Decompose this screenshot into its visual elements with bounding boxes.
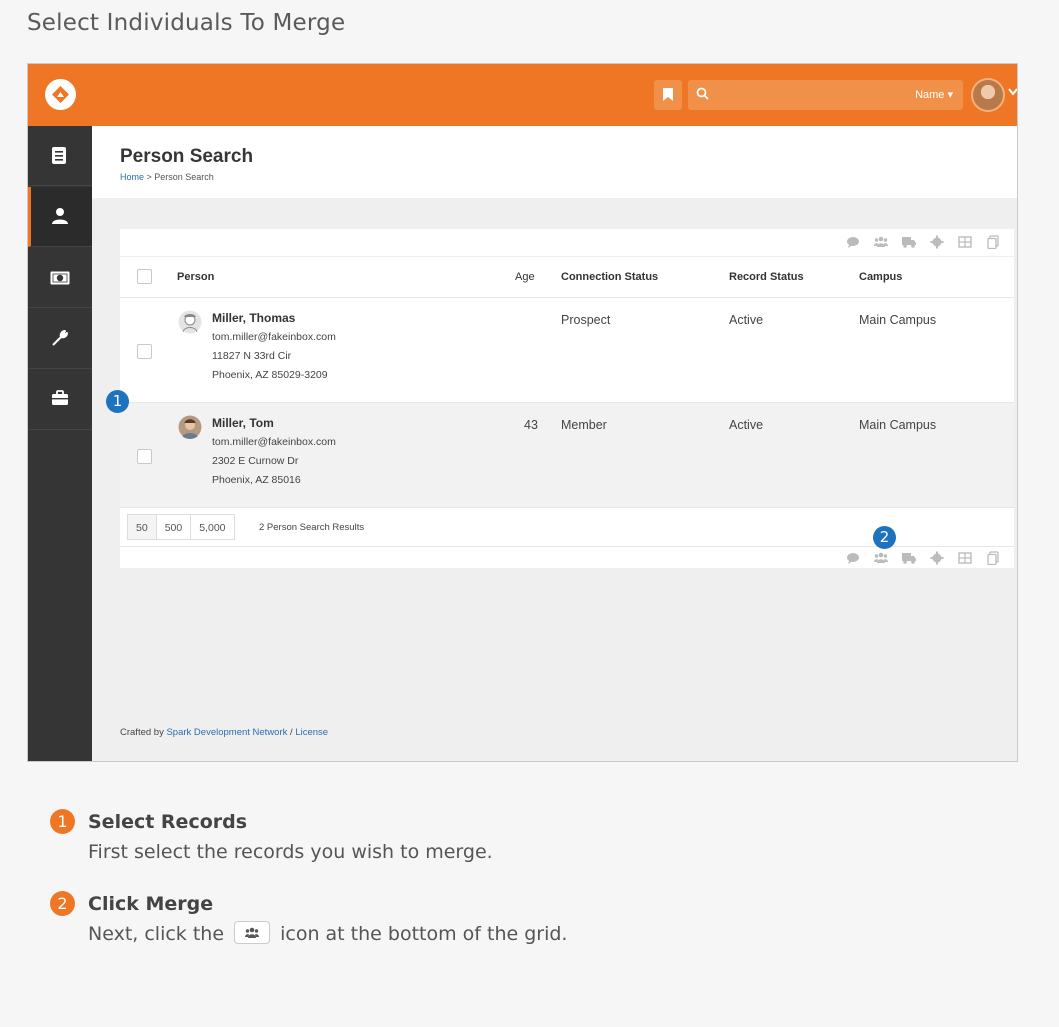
row-select-checkbox[interactable] xyxy=(137,449,152,464)
note-title: Select Records xyxy=(88,811,248,833)
grid-toolbar-bottom xyxy=(846,550,1000,566)
settings-icon[interactable] xyxy=(930,235,944,249)
merge-template-icon[interactable] xyxy=(986,235,1000,249)
person-address-line2: Phoenix, AZ 85029-3209 xyxy=(212,369,328,381)
page-size-500[interactable]: 500 xyxy=(155,514,192,540)
bookmark-button[interactable] xyxy=(654,80,682,110)
page-size-50[interactable]: 50 xyxy=(127,514,157,540)
person-address-line1: 2302 E Curnow Dr xyxy=(212,455,299,467)
sidebar-item-admin[interactable] xyxy=(28,370,92,430)
column-header-campus[interactable]: Campus xyxy=(859,271,902,283)
wrench-icon xyxy=(52,330,68,346)
person-name[interactable]: Miller, Thomas xyxy=(212,311,295,325)
person-avatar xyxy=(178,310,202,334)
callout-marker-1: 1 xyxy=(106,390,129,413)
table-row[interactable]: Miller, Tom tom.miller@fakeinbox.com 230… xyxy=(120,403,1014,508)
record-status: Active xyxy=(729,418,764,432)
app-window: Name ▾ Person Search Home > Person Searc… xyxy=(27,63,1018,762)
person-address-line2: Phoenix, AZ 85016 xyxy=(212,474,301,486)
sidebar-item-people[interactable] xyxy=(28,187,92,247)
doc-title: Select Individuals To Merge xyxy=(27,10,346,36)
result-count: 2 Person Search Results xyxy=(259,522,365,533)
row-select-checkbox[interactable] xyxy=(137,344,152,359)
sidebar-item-dashboard[interactable] xyxy=(28,126,92,186)
current-user-avatar[interactable] xyxy=(971,78,1005,112)
note-title: Click Merge xyxy=(88,893,214,915)
merge-icon xyxy=(234,921,271,944)
merge-icon[interactable] xyxy=(874,235,888,249)
page-size-5000[interactable]: 5,000 xyxy=(190,514,235,540)
select-all-checkbox[interactable] xyxy=(137,269,152,284)
column-header-connection-status[interactable]: Connection Status xyxy=(561,271,658,283)
breadcrumb-current: Person Search xyxy=(154,172,214,182)
top-nav-bar: Name ▾ xyxy=(28,64,1017,126)
rock-logo-icon[interactable] xyxy=(45,79,76,110)
connection-status: Member xyxy=(561,418,607,432)
person-address-line1: 11827 N 33rd Cir xyxy=(212,350,292,362)
bookmark-icon xyxy=(663,88,673,101)
merge-template-icon[interactable] xyxy=(986,551,1000,565)
note-number: 1 xyxy=(50,809,75,834)
settings-icon[interactable] xyxy=(930,551,944,565)
person-name[interactable]: Miller, Tom xyxy=(212,416,274,430)
main-sidebar xyxy=(28,126,92,761)
connection-status: Prospect xyxy=(561,313,611,327)
page-header: Person Search Home > Person Search xyxy=(92,126,1017,198)
grid-header-row: Person Age Connection Status Record Stat… xyxy=(120,256,1014,298)
person-grid: Person Age Connection Status Record Stat… xyxy=(120,229,1014,568)
smart-search-box: Name ▾ xyxy=(688,80,963,110)
user-icon xyxy=(52,208,68,224)
person-avatar xyxy=(178,415,202,439)
search-input[interactable] xyxy=(718,84,888,106)
person-email: tom.miller@fakeinbox.com xyxy=(212,331,336,343)
footer-org-link[interactable]: Spark Development Network xyxy=(166,727,287,738)
campus: Main Campus xyxy=(859,418,937,432)
note-number: 2 xyxy=(50,891,75,916)
communicate-icon[interactable] xyxy=(846,235,860,249)
page-title: Person Search xyxy=(120,146,254,167)
bulk-update-icon[interactable] xyxy=(902,235,916,249)
search-icon xyxy=(696,87,709,100)
book-icon xyxy=(52,147,66,164)
footer-license-link[interactable]: License xyxy=(295,727,328,738)
page-size-selector: 50 500 5,000 xyxy=(127,514,235,542)
breadcrumb: Home > Person Search xyxy=(120,172,214,182)
excel-export-icon[interactable] xyxy=(958,235,972,249)
record-status: Active xyxy=(729,313,764,327)
footer-text: Crafted by xyxy=(120,727,167,738)
sidebar-item-tools[interactable] xyxy=(28,309,92,369)
excel-export-icon[interactable] xyxy=(958,551,972,565)
communicate-icon[interactable] xyxy=(846,551,860,565)
callout-marker-2: 2 xyxy=(873,526,896,549)
person-email: tom.miller@fakeinbox.com xyxy=(212,436,336,448)
grid-toolbar-top xyxy=(846,234,1000,250)
note-description-after: icon at the bottom of the grid. xyxy=(280,923,568,945)
breadcrumb-home-link[interactable]: Home xyxy=(120,172,144,182)
chevron-down-icon[interactable] xyxy=(1008,88,1018,96)
sidebar-item-finance[interactable] xyxy=(28,248,92,308)
column-header-record-status[interactable]: Record Status xyxy=(729,271,804,283)
briefcase-icon xyxy=(52,390,68,405)
merge-icon[interactable] xyxy=(874,551,888,565)
note-description-before: Next, click the xyxy=(88,923,225,945)
search-filter-dropdown[interactable]: Name ▾ xyxy=(915,88,953,101)
note-description: First select the records you wish to mer… xyxy=(88,841,493,863)
table-row[interactable]: Miller, Thomas tom.miller@fakeinbox.com … xyxy=(120,298,1014,403)
column-header-age[interactable]: Age xyxy=(515,271,535,283)
footer-credit: Crafted by Spark Development Network / L… xyxy=(120,727,328,738)
column-header-person[interactable]: Person xyxy=(177,271,214,283)
person-age: 43 xyxy=(524,418,538,432)
money-icon xyxy=(50,271,70,285)
campus: Main Campus xyxy=(859,313,937,327)
bulk-update-icon[interactable] xyxy=(902,551,916,565)
breadcrumb-separator: > xyxy=(144,172,155,182)
note-description: Next, click the icon at the bottom of th… xyxy=(88,921,568,946)
